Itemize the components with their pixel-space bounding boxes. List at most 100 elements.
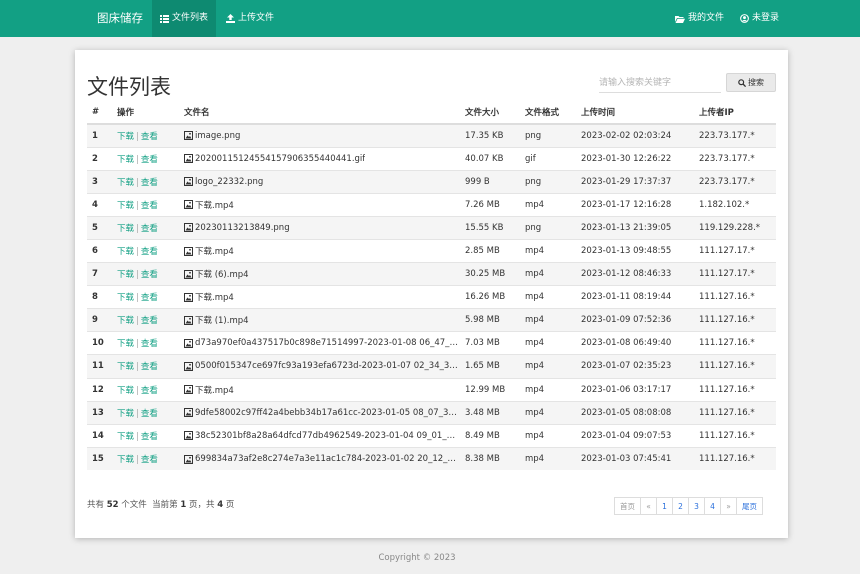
row-uploader-ip: 223.73.177.* [694, 146, 776, 171]
filename-text: image.png [195, 130, 241, 141]
row-index: 3 [87, 169, 112, 194]
download-link[interactable]: 下载 [117, 386, 134, 396]
row-upload-time: 2023-01-09 07:52:36 [576, 308, 694, 332]
download-link[interactable]: 下载 [117, 293, 134, 303]
row-index: 15 [87, 446, 112, 471]
view-link[interactable]: 查看 [141, 339, 158, 349]
table-row: 1 下载 | 查看 image.png 17.35 KB png 2023-02-02 02:… [87, 123, 776, 148]
download-link[interactable]: 下载 [117, 270, 134, 280]
row-upload-time: 2023-01-05 08:08:08 [576, 400, 694, 425]
row-format: mp4 [520, 354, 576, 379]
page-prev[interactable]: « [640, 497, 657, 515]
row-filename: 9dfe58002c97ff42a4bebb34b17a61cc-2023-01… [179, 400, 460, 425]
row-actions: 下载 | 查看 [112, 377, 179, 402]
view-link[interactable]: 查看 [141, 409, 158, 419]
row-format: mp4 [520, 308, 576, 332]
row-uploader-ip: 111.127.16.* [694, 400, 776, 425]
nav-upload-file-label: 上传文件 [238, 13, 275, 23]
view-link[interactable]: 查看 [141, 386, 158, 396]
row-index: 9 [87, 308, 112, 332]
row-filesize: 12.99 MB [460, 377, 520, 402]
page-next[interactable]: » [720, 497, 737, 515]
download-link[interactable]: 下载 [117, 455, 134, 465]
download-link[interactable]: 下载 [117, 339, 134, 349]
row-filesize: 999 B [460, 169, 520, 194]
table-row: 8 下载 | 查看 下载.mp4 16.26 MB mp4 2023-01-11 08:19:… [87, 285, 776, 309]
header-actions: 操作 [112, 100, 179, 125]
nav-my-files[interactable]: 我的文件 [675, 0, 724, 37]
row-filesize: 7.03 MB [460, 331, 520, 355]
list-icon [160, 14, 169, 23]
view-link[interactable]: 查看 [141, 178, 158, 188]
view-link[interactable]: 查看 [141, 224, 158, 234]
view-link[interactable]: 查看 [141, 270, 158, 280]
download-link[interactable]: 下载 [117, 409, 134, 419]
action-separator: | [136, 200, 139, 211]
table-row: 9 下载 | 查看 下载 (1).mp4 5.98 MB mp4 2023-01-09 07:… [87, 308, 776, 332]
summary-pre: 共有 [87, 500, 105, 510]
search-button[interactable]: 搜索 [726, 73, 776, 92]
view-link[interactable]: 查看 [141, 293, 158, 303]
file-image-icon [184, 223, 193, 233]
row-upload-time: 2023-01-17 12:16:28 [576, 192, 694, 217]
nav-file-list[interactable]: 文件列表 [152, 0, 217, 37]
row-filesize: 16.26 MB [460, 285, 520, 309]
file-table: # 操作 文件名 文件大小 文件格式 上传时间 上传者IP 1 下载 | 查看 imag… [87, 100, 776, 471]
nav-my-files-label: 我的文件 [688, 13, 725, 23]
download-link[interactable]: 下载 [117, 201, 134, 211]
row-uploader-ip: 111.127.17.* [694, 262, 776, 286]
view-link[interactable]: 查看 [141, 432, 158, 442]
row-format: mp4 [520, 377, 576, 402]
page-3[interactable]: 3 [688, 497, 705, 515]
page-1[interactable]: 1 [656, 497, 673, 515]
page-last[interactable]: 尾页 [736, 497, 763, 515]
file-image-icon [184, 385, 193, 395]
nav-upload-file[interactable]: 上传文件 [226, 0, 274, 37]
view-link[interactable]: 查看 [141, 316, 158, 326]
brand-logo-text[interactable]: 图床储存 [97, 0, 143, 37]
page-2[interactable]: 2 [672, 497, 689, 515]
download-link[interactable]: 下载 [117, 155, 134, 165]
row-filesize: 1.65 MB [460, 354, 520, 379]
row-filesize: 3.48 MB [460, 400, 520, 425]
table-header-row: # 操作 文件名 文件大小 文件格式 上传时间 上传者IP [87, 100, 776, 125]
file-image-icon [184, 338, 193, 348]
view-link[interactable]: 查看 [141, 155, 158, 165]
action-separator: | [136, 339, 139, 350]
row-format: png [520, 123, 576, 148]
row-index: 5 [87, 215, 112, 240]
row-format: gif [520, 146, 576, 171]
row-format: png [520, 215, 576, 240]
download-link[interactable]: 下载 [117, 132, 134, 142]
page-first[interactable]: 首页 [614, 497, 641, 515]
view-link[interactable]: 查看 [141, 132, 158, 142]
download-link[interactable]: 下载 [117, 178, 134, 188]
download-link[interactable]: 下载 [117, 224, 134, 234]
download-link[interactable]: 下载 [117, 316, 134, 326]
view-link[interactable]: 查看 [141, 201, 158, 211]
action-separator: | [136, 270, 139, 281]
row-filename: 38c52301bf8a28a64dfcd77db4962549-2023-01… [179, 423, 460, 448]
download-link[interactable]: 下载 [117, 432, 134, 442]
download-link[interactable]: 下载 [117, 362, 134, 372]
row-uploader-ip: 111.127.16.* [694, 308, 776, 332]
filename-text: d73a970ef0a437517b0c898e71514997-2023-01… [195, 338, 460, 349]
row-actions: 下载 | 查看 [112, 423, 179, 448]
view-link[interactable]: 查看 [141, 455, 158, 465]
table-row: 12 下载 | 查看 下载.mp4 12.99 MB mp4 2023-01-06 03:17… [87, 377, 776, 402]
action-separator: | [136, 223, 139, 234]
filename-text: 下载.mp4 [195, 293, 234, 304]
row-filename: 699834a73af2e8c274e7a3e11ac1c784-2023-01… [179, 446, 460, 471]
row-uploader-ip: 1.182.102.* [694, 192, 776, 217]
view-link[interactable]: 查看 [141, 362, 158, 372]
row-filesize: 5.98 MB [460, 308, 520, 332]
search-input[interactable] [599, 73, 721, 93]
view-link[interactable]: 查看 [141, 247, 158, 257]
download-link[interactable]: 下载 [117, 247, 134, 257]
nav-login-status[interactable]: 未登录 [740, 0, 779, 37]
row-uploader-ip: 111.127.16.* [694, 446, 776, 471]
file-list-card: 文件列表 搜索 # 操作 文件名 文件大小 文件格式 上传时间 上传者IP 1下… [75, 50, 788, 538]
table-row: 14 下载 | 查看 38c52301bf8a28a64dfcd77db4962549-… [87, 423, 776, 448]
page-4[interactable]: 4 [704, 497, 721, 515]
row-format: mp4 [520, 238, 576, 263]
